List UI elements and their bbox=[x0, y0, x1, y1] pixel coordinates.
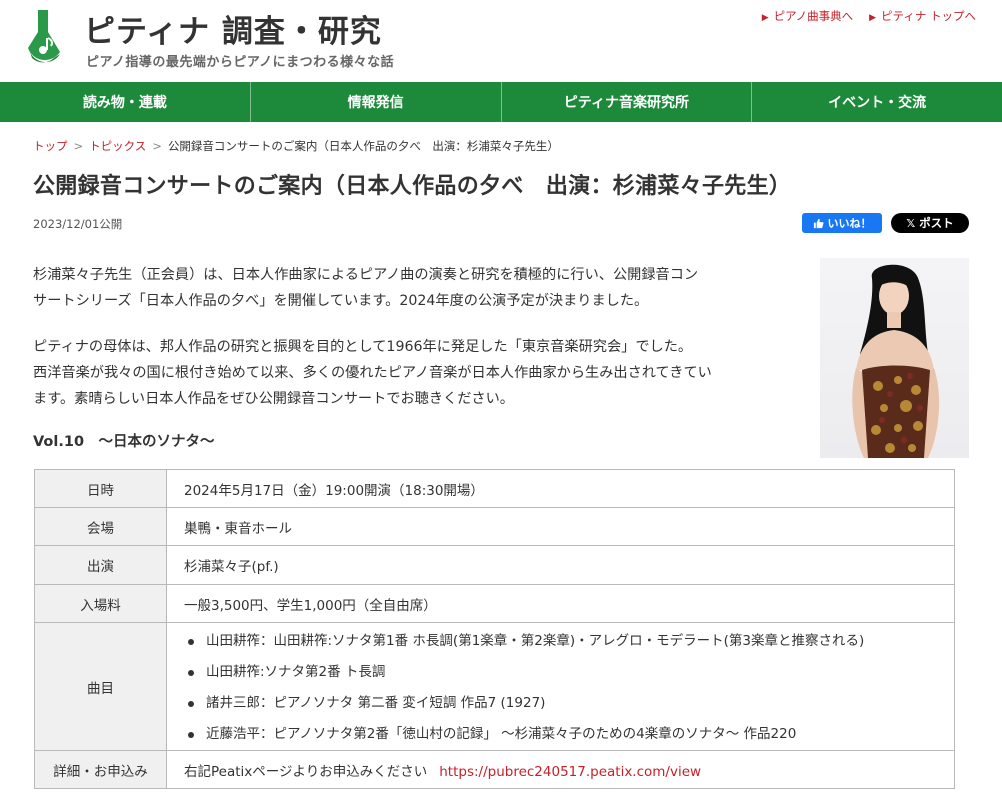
facebook-like-button[interactable]: いいね！ bbox=[802, 213, 882, 233]
table-row: 曲目 山田耕筰：山田耕筰:ソナタ第1番 ホ長調(第1楽章・第2楽章)・アレグロ・… bbox=[34, 622, 955, 751]
page-title: 公開録音コンサートのご案内（日本人作品の夕べ 出演：杉浦菜々子先生） bbox=[33, 174, 792, 199]
x-post-button[interactable]: 𝕏 ポスト bbox=[891, 213, 969, 233]
row-label: 出演 bbox=[34, 545, 167, 585]
peatix-link[interactable]: https://pubrec240517.peatix.com/view bbox=[439, 764, 701, 780]
row-value: 一般3,500円、学生1,000円（全自由席） bbox=[166, 584, 955, 623]
list-item: 山田耕筰：山田耕筰:ソナタ第1番 ホ長調(第1楽章・第2楽章)・アレグロ・モデラ… bbox=[184, 626, 954, 657]
piano-dictionary-link[interactable]: ▶ ピアノ曲事典へ bbox=[762, 8, 853, 24]
triangle-right-icon: ▶ bbox=[761, 13, 769, 23]
row-value: 巣鴨・東音ホール bbox=[166, 507, 955, 546]
row-label: 詳細・お申込み bbox=[34, 750, 167, 789]
breadcrumb-separator: > bbox=[152, 139, 162, 153]
list-item: 諸井三郎：ピアノソナタ 第二番 変イ短調 作品7 (1927) bbox=[184, 688, 954, 719]
main-nav: 読み物・連載 情報発信 ピティナ音楽研究所 イベント・交流 bbox=[0, 82, 1002, 122]
intro-line: サートシリーズ「日本人作品の夕べ」を開催しています。2024年度の公演予定が決ま… bbox=[33, 293, 649, 309]
triangle-right-icon: ▶ bbox=[869, 13, 877, 23]
breadcrumb-topics[interactable]: トピックス bbox=[89, 139, 146, 153]
program-list: 山田耕筰：山田耕筰:ソナタ第1番 ホ長調(第1楽章・第2楽章)・アレグロ・モデラ… bbox=[184, 624, 954, 750]
site-title[interactable]: ピティナ 調査・研究 bbox=[84, 6, 382, 51]
top-links: ▶ ピアノ曲事典へ ▶ ピティナ トップへ bbox=[762, 8, 976, 24]
table-row: 入場料 一般3,500円、学生1,000円（全自由席） bbox=[34, 584, 955, 623]
history-line: ます。素晴らしい日本人作品をぜひ公開録音コンサートでお聴きください。 bbox=[33, 391, 514, 407]
section-heading: Vol.10 ～日本のソナタ～ bbox=[33, 434, 215, 450]
nav-item-events[interactable]: イベント・交流 bbox=[752, 82, 1002, 122]
row-label: 曲目 bbox=[34, 622, 167, 751]
ptna-top-link-label: ピティナ トップへ bbox=[881, 9, 976, 23]
nav-item-research-institute[interactable]: ピティナ音楽研究所 bbox=[502, 82, 753, 122]
publish-date: 2023/12/01公開 bbox=[33, 217, 123, 231]
flask-logo-icon[interactable] bbox=[24, 8, 66, 70]
table-row: 日時 2024年5月17日（金）19:00開演（18:30開場） bbox=[34, 469, 955, 508]
nav-item-information[interactable]: 情報発信 bbox=[251, 82, 502, 122]
site-tagline: ピアノ指導の最先端からピアノにまつわる様々な話 bbox=[86, 55, 395, 70]
post-button-label: ポスト bbox=[919, 216, 954, 230]
history-paragraph: ピティナの母体は、邦人作品の研究と振興を目的として1966年に発足した「東京音楽… bbox=[33, 334, 803, 412]
row-value: 杉浦菜々子(pf.) bbox=[166, 545, 955, 585]
concert-info-table: 日時 2024年5月17日（金）19:00開演（18:30開場） 会場 巣鴨・東… bbox=[34, 469, 955, 789]
table-row: 詳細・お申込み 右記Peatixページよりお申込みください https://pub… bbox=[34, 750, 955, 789]
intro-paragraph: 杉浦菜々子先生（正会員）は、日本人作曲家によるピアノ曲の演奏と研究を積極的に行い… bbox=[33, 262, 803, 314]
ptna-top-link[interactable]: ▶ ピティナ トップへ bbox=[869, 8, 976, 24]
thumbs-up-icon bbox=[813, 218, 824, 228]
history-line: 西洋音楽が我々の国に根付き始めて以来、多くの優れたピアノ音楽が日本人作曲家から生… bbox=[33, 365, 712, 381]
row-label: 入場料 bbox=[34, 584, 167, 623]
like-button-label: いいね！ bbox=[827, 217, 872, 230]
site-header: ピティナ 調査・研究 ピアノ指導の最先端からピアノにまつわる様々な話 ▶ ピアノ曲… bbox=[0, 0, 1002, 82]
table-row: 会場 巣鴨・東音ホール bbox=[34, 507, 955, 546]
details-text: 右記Peatixページよりお申込みください bbox=[184, 763, 428, 780]
breadcrumb-top[interactable]: トップ bbox=[33, 139, 68, 153]
table-row: 出演 杉浦菜々子(pf.) bbox=[34, 545, 955, 585]
breadcrumb-current: 公開録音コンサートのご案内（日本人作品の夕べ 出演：杉浦菜々子先生） bbox=[167, 139, 559, 153]
history-line: ピティナの母体は、邦人作品の研究と振興を目的として1966年に発足した「東京音楽… bbox=[33, 339, 693, 355]
piano-dictionary-link-label: ピアノ曲事典へ bbox=[773, 9, 854, 23]
breadcrumb-separator: > bbox=[73, 139, 84, 153]
row-value: 2024年5月17日（金）19:00開演（18:30開場） bbox=[166, 469, 955, 508]
list-item: 山田耕筰:ソナタ第2番 ト長調 bbox=[184, 657, 954, 688]
nav-item-reading[interactable]: 読み物・連載 bbox=[0, 82, 251, 122]
row-value: 右記Peatixページよりお申込みください https://pubrec24051… bbox=[166, 750, 955, 789]
breadcrumb: トップ > トピックス > 公開録音コンサートのご案内（日本人作品の夕べ 出演：杉浦菜々… bbox=[33, 138, 559, 154]
row-label: 会場 bbox=[34, 507, 167, 546]
x-logo-icon: 𝕏 bbox=[906, 216, 916, 230]
pianist-portrait-photo bbox=[820, 258, 969, 458]
row-label: 日時 bbox=[34, 469, 167, 508]
list-item: 近藤浩平：ピアノソナタ第2番「徳山村の記録」 ～杉浦菜々子のための4楽章のソナタ… bbox=[184, 719, 954, 750]
program-cell: 山田耕筰：山田耕筰:ソナタ第1番 ホ長調(第1楽章・第2楽章)・アレグロ・モデラ… bbox=[166, 622, 955, 751]
intro-line: 杉浦菜々子先生（正会員）は、日本人作曲家によるピアノ曲の演奏と研究を積極的に行い… bbox=[33, 267, 699, 283]
